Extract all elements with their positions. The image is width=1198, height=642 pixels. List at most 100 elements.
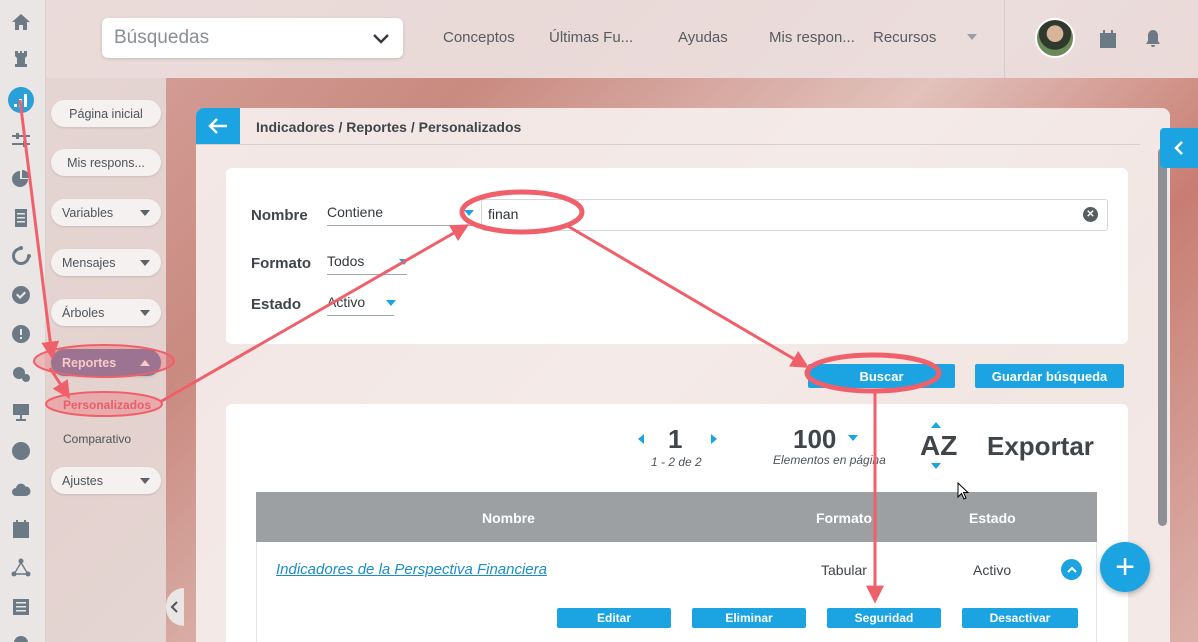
icon-rail [0,0,46,642]
sort-asc-icon[interactable] [931,422,941,428]
chart-bar-icon[interactable] [8,87,34,113]
more-nav-caret-icon[interactable] [967,34,977,40]
sliders-icon[interactable] [8,127,34,153]
calendar-icon[interactable] [1098,29,1118,49]
sidebar-subitem-comparativo[interactable]: Comparativo [63,432,131,446]
nav-conceptos[interactable]: Conceptos [443,29,515,46]
caret-down-icon [464,210,474,216]
settings-icon[interactable] [8,630,34,642]
editar-button[interactable]: Editar [557,608,671,628]
chess-rook-icon[interactable] [8,46,34,72]
formato-value: Todos [327,253,365,269]
nav-ayudas[interactable]: Ayudas [678,29,728,46]
nav-ultimas-funcionalidades[interactable]: Últimas Fu... [549,29,633,46]
cloud-icon[interactable] [8,477,34,503]
estado-select[interactable]: Activo [327,294,396,316]
warning-icon[interactable] [8,321,34,347]
nombre-input[interactable]: finan [481,199,1108,231]
column-header-formato[interactable]: Formato [816,510,872,526]
column-header-nombre[interactable]: Nombre [482,510,535,526]
chevron-down-icon [373,34,389,44]
clock-icon[interactable] [8,438,34,464]
sidebar-item-label: Mis respons... [67,155,145,170]
caret-down-icon[interactable] [848,435,858,441]
top-bar: Búsquedas Conceptos Últimas Fu... Ayudas… [46,0,1198,78]
presentation-icon[interactable] [8,399,34,425]
next-page-icon[interactable] [711,434,717,444]
chevron-left-icon [1174,141,1183,155]
row-collapse-button[interactable] [1061,559,1082,580]
sidebar-subitem-personalizados[interactable]: Personalizados [63,398,151,412]
report-name-link[interactable]: Indicadores de la Perspectiva Financiera [276,561,547,578]
eliminar-button[interactable]: Eliminar [692,608,806,628]
report-format: Tabular [821,562,867,578]
breadcrumb: Indicadores / Reportes / Personalizados [256,119,522,135]
clear-icon[interactable]: ✕ [1083,207,1098,222]
caret-down-icon [140,477,150,484]
nombre-label: Nombre [251,207,308,224]
per-page-select[interactable]: 100 [793,424,836,455]
caret-down-icon [140,209,150,216]
avatar[interactable] [1035,18,1075,58]
nombre-operator-select[interactable]: Contiene [327,204,474,226]
collapse-sidebar-button[interactable] [166,588,184,626]
search-dropdown[interactable]: Búsquedas [102,18,403,58]
side-panel-toggle[interactable] [1160,128,1198,168]
sort-desc-icon[interactable] [931,463,941,469]
list-icon[interactable] [8,594,34,620]
network-icon[interactable] [8,555,34,581]
caret-down-icon [140,309,150,316]
chevron-up-icon [1066,566,1077,573]
caret-down-icon [140,259,150,266]
divider [1004,0,1005,78]
back-button[interactable] [196,108,240,144]
bell-icon[interactable] [1143,29,1163,49]
cycle-icon[interactable] [8,243,34,269]
buscar-button[interactable]: Buscar [808,364,955,388]
sidebar-item-label: Ajustes [62,473,103,488]
sidebar-item-label: Variables [62,205,114,220]
nav-recursos[interactable]: Recursos [873,29,936,46]
estado-value: Activo [327,294,366,310]
formato-select[interactable]: Todos [327,253,409,275]
caret-down-icon [399,259,409,265]
sidebar-item-label: Mensajes [62,255,116,270]
sidebar-item-label: Página inicial [69,106,143,121]
current-page: 1 [668,424,683,454]
report-status: Activo [973,562,1012,578]
sidebar-item-pagina-inicial[interactable]: Página inicial [51,100,161,127]
pie-chart-icon[interactable] [8,166,34,192]
desactivar-button[interactable]: Desactivar [962,608,1078,628]
sort-button[interactable]: AZ [920,430,957,462]
sidebar-item-mis-responsabilidades[interactable]: Mis respons... [51,149,161,176]
formato-label: Formato [251,255,311,272]
caret-up-icon [140,359,150,366]
sidebar-item-variables[interactable]: Variables [51,199,161,226]
seguridad-button[interactable]: Seguridad [827,608,941,628]
guardar-busqueda-button[interactable]: Guardar búsqueda [975,364,1124,388]
sidebar-item-reportes[interactable]: Reportes [51,349,161,376]
mouse-cursor-icon [957,482,969,500]
column-header-estado[interactable]: Estado [969,510,1016,526]
sidebar-item-label: Reportes [62,355,117,370]
sidebar-item-mensajes[interactable]: Mensajes [51,249,161,276]
gears-icon[interactable] [8,360,34,386]
export-button[interactable]: Exportar [987,431,1094,462]
document-list-icon[interactable] [8,205,34,231]
per-page-label: Elementos en página [773,453,886,467]
prev-page-icon[interactable] [638,434,644,444]
check-circle-icon[interactable] [8,282,34,308]
arrow-left-icon [208,118,227,134]
page-range: 1 - 2 de 2 [651,455,702,469]
nombre-operator-value: Contiene [327,204,384,220]
divider [196,144,1140,145]
chevron-left-icon [170,601,178,613]
calendar-icon[interactable] [8,516,34,542]
sidebar-item-arboles[interactable]: Árboles [51,299,161,326]
nav-mis-responsabilidades[interactable]: Mis respon... [769,29,855,46]
scrollbar[interactable] [1158,148,1167,526]
add-button[interactable]: + [1100,542,1150,592]
search-label: Búsquedas [114,27,210,48]
sidebar-item-ajustes[interactable]: Ajustes [51,467,161,494]
home-icon[interactable] [8,9,34,35]
